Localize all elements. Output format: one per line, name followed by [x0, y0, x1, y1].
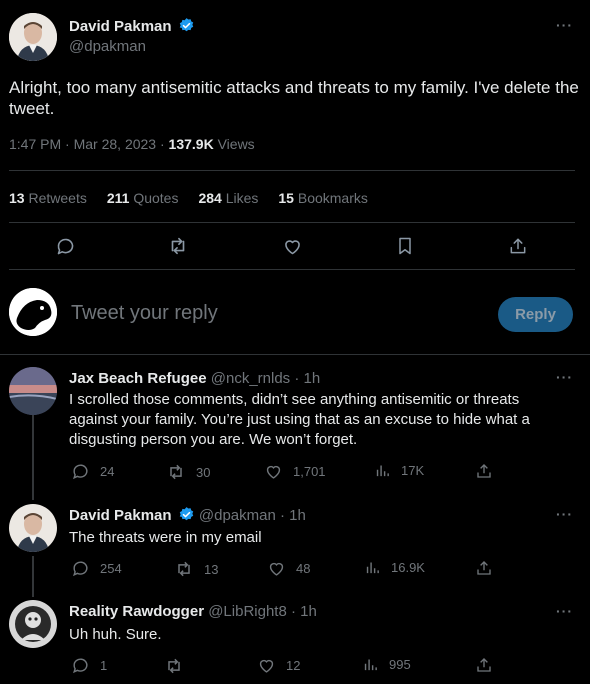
quotes-stat[interactable]: 211 Quotes — [107, 190, 179, 206]
reply-comment-action[interactable]: 24 — [71, 462, 114, 481]
views-label: Views — [217, 136, 255, 152]
author-handle[interactable]: @dpakman — [69, 38, 146, 55]
reply-views-action[interactable]: 16.9K — [364, 559, 425, 576]
reply-like-action[interactable]: 1,701 — [264, 462, 326, 481]
reply-author-handle[interactable]: @LibRight8 — [208, 603, 287, 620]
share-icon[interactable] — [475, 462, 493, 480]
like-icon[interactable] — [280, 234, 304, 258]
reply-text: I scrolled those comments, didn’t see an… — [69, 391, 530, 448]
reply-avatar[interactable] — [9, 504, 57, 552]
verified-badge-icon — [178, 506, 195, 523]
reply-icon[interactable] — [53, 234, 77, 258]
reply-like-action[interactable]: 12 — [257, 656, 300, 675]
tweet-text: Alright, too many antisemitic attacks an… — [9, 78, 579, 118]
share-icon[interactable] — [506, 234, 530, 258]
reply-time[interactable]: · 1h — [291, 603, 317, 620]
reply-text: Uh huh. Sure. — [69, 626, 162, 643]
reply-text: The threats were in my email — [69, 529, 262, 546]
reply-input[interactable]: Tweet your reply — [71, 302, 218, 325]
reply-views-action[interactable]: 995 — [362, 656, 411, 673]
user-avatar[interactable] — [9, 288, 57, 336]
reply-count: 1 — [100, 658, 108, 673]
like-count: 12 — [286, 658, 301, 673]
engagement-stats: 13 Retweets 211 Quotes 284 Likes 15 Book… — [9, 190, 368, 206]
thread-connector — [32, 556, 34, 597]
share-icon[interactable] — [475, 656, 493, 674]
bookmark-icon[interactable] — [393, 234, 417, 258]
author-avatar[interactable] — [9, 13, 57, 61]
reply-header: Reality Rawdogger @LibRight8 · 1h — [69, 603, 317, 620]
reply-avatar[interactable] — [9, 367, 57, 415]
reply-author-name[interactable]: David Pakman — [69, 507, 172, 524]
reply-comment-action[interactable]: 254 — [71, 559, 122, 578]
reply-views-action[interactable]: 17K — [374, 462, 424, 479]
reply-avatar[interactable] — [9, 600, 57, 648]
bookmarks-stat[interactable]: 15 Bookmarks — [278, 190, 368, 206]
more-dots-icon[interactable]: ··· — [556, 369, 573, 385]
reply-time[interactable]: · 1h — [294, 370, 320, 387]
reply-header: Jax Beach Refugee @nck_rnlds · 1h — [69, 370, 320, 387]
retweet-icon[interactable] — [166, 234, 190, 258]
tweet-meta: 1:47 PM · Mar 28, 2023 · 137.9K Views — [9, 136, 255, 152]
thread-connector — [32, 414, 34, 500]
reply-button[interactable]: Reply — [498, 297, 573, 332]
divider — [9, 269, 575, 270]
reply-retweet-action[interactable] — [164, 656, 194, 676]
reply-time[interactable]: · 1h — [280, 507, 306, 524]
more-dots-icon[interactable]: ··· — [556, 17, 573, 33]
reply-like-action[interactable]: 48 — [267, 559, 310, 578]
reply-retweet-action[interactable]: 13 — [174, 559, 218, 579]
reply-retweet-action[interactable]: 30 — [166, 462, 210, 482]
views-count: 17K — [401, 463, 425, 478]
more-dots-icon[interactable]: ··· — [556, 506, 573, 522]
reply-header: David Pakman @dpakman · 1h — [69, 506, 306, 524]
reply-author-handle[interactable]: @nck_rnlds — [211, 370, 290, 387]
reply-count: 254 — [100, 561, 122, 576]
likes-stat[interactable]: 284 Likes — [198, 190, 258, 206]
reply-author-name[interactable]: Reality Rawdogger — [69, 603, 204, 620]
meta-separator: · — [159, 136, 165, 152]
share-icon[interactable] — [475, 559, 493, 577]
views-count: 16.9K — [391, 560, 425, 575]
reply-comment-action[interactable]: 1 — [71, 656, 107, 675]
verified-badge-icon — [178, 17, 195, 34]
like-count: 48 — [296, 561, 311, 576]
views-count: 137.9K — [168, 136, 214, 152]
tweet-time[interactable]: 1:47 PM — [9, 136, 61, 152]
retweet-count: 13 — [204, 561, 219, 577]
author-name[interactable]: David Pakman — [69, 18, 172, 35]
divider — [9, 170, 575, 171]
views-count: 995 — [389, 657, 411, 672]
tweet-date[interactable]: Mar 28, 2023 — [74, 136, 157, 152]
divider — [0, 354, 590, 355]
more-dots-icon[interactable]: ··· — [556, 603, 573, 619]
author-name-row: David Pakman — [69, 17, 195, 36]
like-count: 1,701 — [293, 464, 326, 479]
reply-count: 24 — [100, 464, 115, 479]
retweets-stat[interactable]: 13 Retweets — [9, 190, 87, 206]
reply-author-name[interactable]: Jax Beach Refugee — [69, 370, 207, 387]
meta-separator: · — [65, 136, 70, 152]
reply-author-handle[interactable]: @dpakman — [199, 507, 276, 524]
divider — [9, 222, 575, 223]
retweet-count: 30 — [196, 464, 211, 480]
